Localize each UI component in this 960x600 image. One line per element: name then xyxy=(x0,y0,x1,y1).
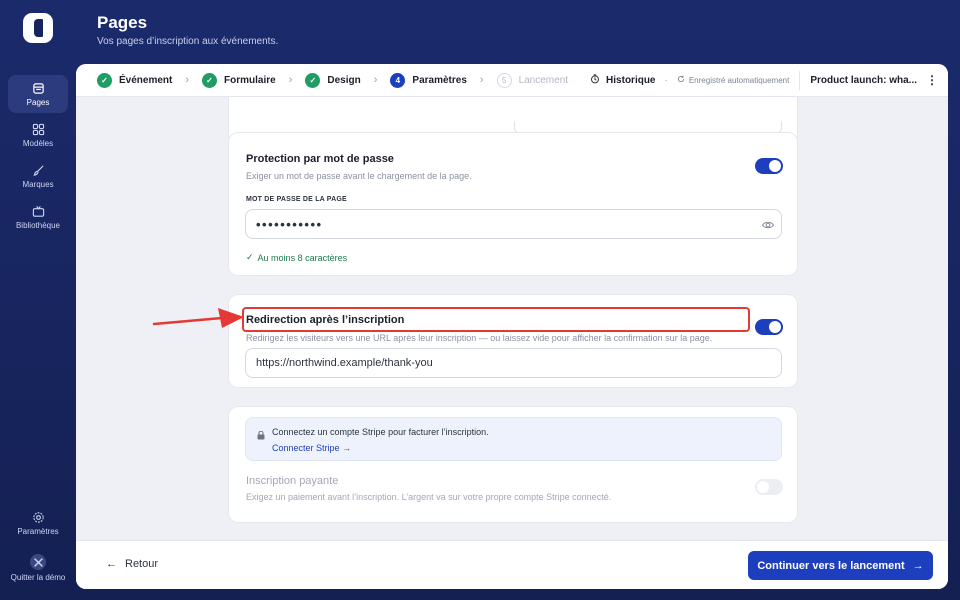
password-toggle[interactable] xyxy=(755,158,783,174)
annotation-arrow-icon xyxy=(152,308,244,328)
step-label: Lancement xyxy=(518,74,569,86)
redirect-card: Redirection après l’inscription Redirige… xyxy=(228,294,798,388)
sidebar-item-label: Paramètres xyxy=(17,527,59,536)
redirect-url-value: https://northwind.example/thank-you xyxy=(256,357,433,369)
sidebar-item-marques[interactable]: Marques xyxy=(8,157,68,195)
redirect-toggle[interactable] xyxy=(755,319,783,335)
arrow-left-icon: ← xyxy=(106,558,117,570)
password-value: ••••••••••• xyxy=(256,216,323,232)
password-title: Protection par mot de passe xyxy=(246,153,394,165)
sidebar-item-parametres[interactable]: Paramètres xyxy=(8,505,68,541)
connect-stripe-link[interactable]: Connecter Stripe → xyxy=(272,443,351,453)
arrow-right-icon: → xyxy=(912,559,924,572)
pages-icon xyxy=(31,81,45,95)
password-description: Exiger un mot de passe avant le chargeme… xyxy=(246,171,472,181)
stripe-notice-text: Connectez un compte Stripe pour facturer… xyxy=(272,427,489,437)
payment-title: Inscription payante xyxy=(246,475,339,487)
divider xyxy=(799,70,801,90)
tv-icon xyxy=(31,204,45,218)
page-subtitle: Vos pages d’inscription aux événements. xyxy=(97,36,279,47)
redirect-url-input[interactable]: https://northwind.example/thank-you xyxy=(245,348,782,378)
separator-dot: · xyxy=(664,74,668,86)
step-label: Paramètres xyxy=(412,74,467,86)
eye-icon[interactable] xyxy=(761,218,775,232)
step-design[interactable]: ✓ Design xyxy=(305,72,361,88)
exit-icon xyxy=(30,554,46,570)
history-icon xyxy=(590,73,600,87)
check-icon: ✓ xyxy=(305,72,321,88)
chevron-right-icon: › xyxy=(185,74,190,86)
sidebar-item-bibliotheque[interactable]: Bibliothèque xyxy=(8,198,68,236)
stripe-notice: Connectez un compte Stripe pour facturer… xyxy=(245,417,782,461)
step-label: Événement xyxy=(119,74,173,86)
step-parametres[interactable]: 4 Paramètres xyxy=(390,72,467,88)
footer-bar: ← Retour Continuer vers le lancement → xyxy=(76,540,948,589)
step-label: Formulaire xyxy=(224,74,276,86)
password-card: Protection par mot de passe Exiger un mo… xyxy=(228,132,798,276)
step-lancement[interactable]: 5 Lancement xyxy=(496,72,569,88)
check-icon: ✓ xyxy=(246,252,254,262)
history-label: Historique xyxy=(606,74,656,86)
step-formulaire[interactable]: ✓ Formulaire xyxy=(202,72,276,88)
step-evenement[interactable]: ✓ Événement xyxy=(97,72,173,88)
back-button[interactable]: ← Retour xyxy=(106,558,158,570)
autosave-label: Enregistré automatiquement xyxy=(688,75,790,85)
more-icon[interactable]: ⋮ xyxy=(926,73,938,87)
payment-card: Connectez un compte Stripe pour facturer… xyxy=(228,406,798,523)
autosave-status: Enregistré automatiquement xyxy=(677,75,790,85)
chevron-right-icon: › xyxy=(479,74,484,86)
history-button[interactable]: Historique xyxy=(590,73,656,87)
password-hint: ✓ Au moins 8 caractères xyxy=(246,252,347,263)
chevron-right-icon: › xyxy=(373,74,378,86)
page-title: Pages xyxy=(97,13,148,32)
sidebar-item-label: Modèles xyxy=(22,139,54,148)
brush-icon xyxy=(31,163,45,177)
sidebar-item-label: Quitter la démo xyxy=(10,573,66,582)
step-label: Design xyxy=(327,74,361,86)
grid-icon xyxy=(31,122,45,136)
gear-icon xyxy=(31,510,45,524)
sidebar-item-modeles[interactable]: Modèles xyxy=(8,116,68,154)
back-label: Retour xyxy=(125,558,159,570)
step-number: 5 xyxy=(496,72,512,88)
password-input[interactable]: ••••••••••• xyxy=(245,209,782,239)
lock-icon xyxy=(257,427,265,440)
step-number: 4 xyxy=(390,72,406,88)
continue-label: Continuer vers le lancement xyxy=(757,559,905,572)
chevron-right-icon: › xyxy=(288,74,293,86)
redirect-description: Redirigez les visiteurs vers une URL apr… xyxy=(246,333,713,343)
password-field-label: MOT DE PASSE DE LA PAGE xyxy=(246,196,347,203)
sidebar-item-label: Marques xyxy=(22,180,54,189)
payment-description: Exigez un paiement avant l’inscription. … xyxy=(246,492,612,502)
sidebar-item-pages[interactable]: Pages xyxy=(8,75,68,113)
app-logo[interactable] xyxy=(23,13,53,43)
check-icon: ✓ xyxy=(97,72,112,88)
redirect-title: Redirection après l’inscription xyxy=(246,314,405,326)
payment-toggle[interactable] xyxy=(755,479,783,495)
product-name[interactable]: Product launch: wha... xyxy=(810,75,917,86)
password-hint-text: Au moins 8 caractères xyxy=(257,252,348,263)
step-bar: ✓ Événement › ✓ Formulaire › ✓ Design › … xyxy=(76,64,948,97)
continue-button[interactable]: Continuer vers le lancement → xyxy=(748,551,933,580)
check-icon: ✓ xyxy=(202,72,218,88)
quit-demo-button[interactable]: Quitter la démo xyxy=(7,550,69,586)
sidebar-item-label: Bibliothèque xyxy=(15,221,61,230)
refresh-icon xyxy=(677,75,685,85)
sidebar-item-label: Pages xyxy=(26,98,50,107)
